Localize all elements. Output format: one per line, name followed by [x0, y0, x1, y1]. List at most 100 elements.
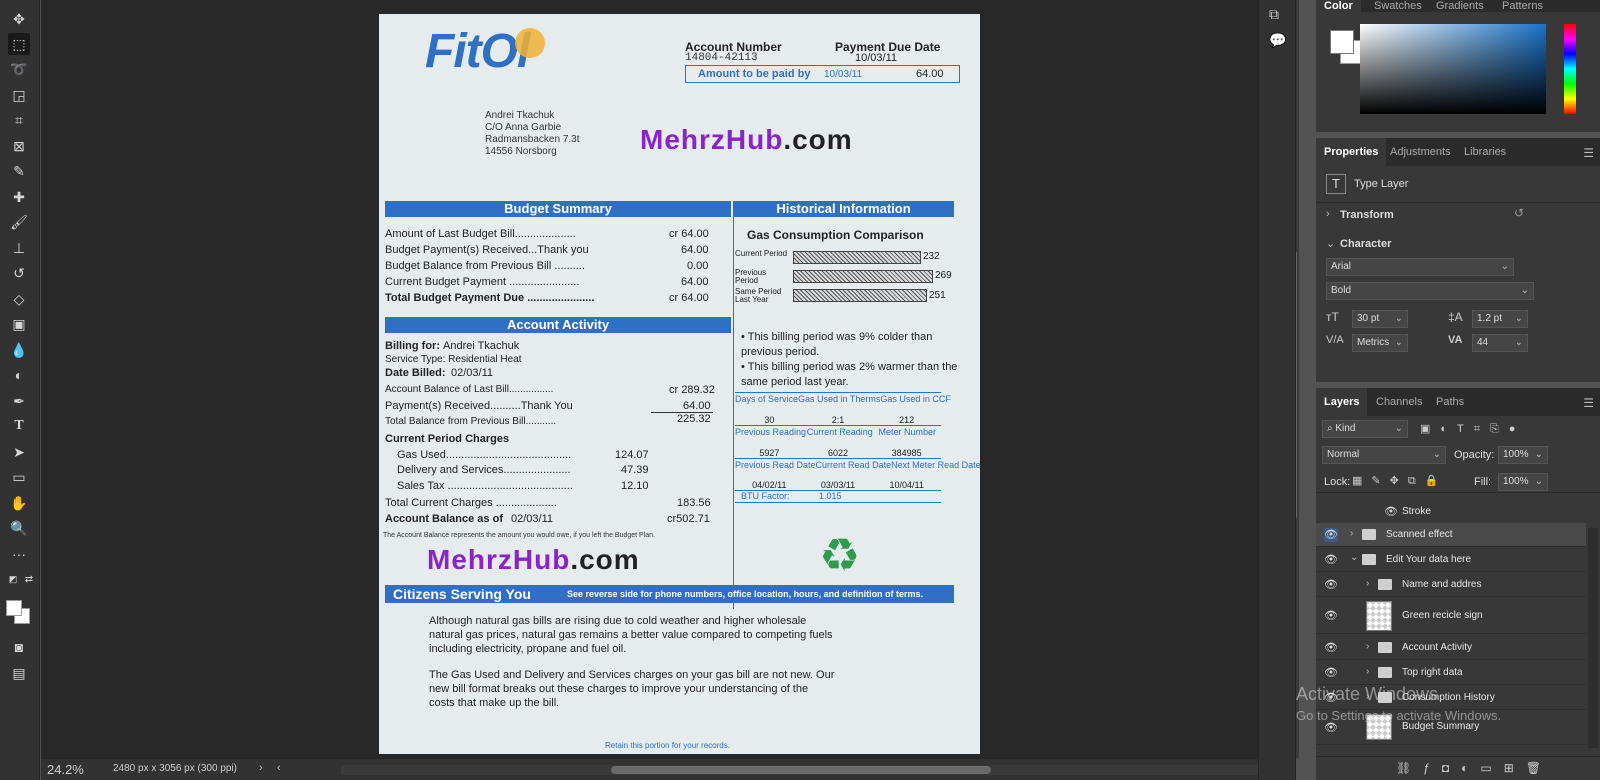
document-info[interactable]: 2480 px x 3056 px (300 ppi) [113, 763, 237, 774]
hue-slider[interactable] [1564, 24, 1576, 114]
layer-row[interactable]: 👁 Stroke [1316, 500, 1586, 524]
eye-icon[interactable]: 👁 [1324, 666, 1338, 680]
chevron-down-icon[interactable]: ⌄ [1350, 552, 1358, 563]
blend-mode-select[interactable]: Normal ⌄ [1322, 446, 1446, 464]
canvas-area[interactable]: FitOl Account Number 14804-42113 Payment… [41, 0, 1299, 758]
scroll-left-icon[interactable]: ‹ [277, 762, 281, 774]
eye-icon[interactable]: 👁 [1324, 641, 1338, 655]
layer-row[interactable]: 👁 › Name and addres [1316, 573, 1586, 597]
font-family-select[interactable]: Arial ⌄ [1326, 258, 1514, 276]
horizontal-scrollbar[interactable] [341, 765, 1261, 775]
layer-name: Top right data [1402, 667, 1463, 678]
layer-row[interactable]: 👁 Green recicle sign [1316, 598, 1586, 634]
eye-icon[interactable]: 👁 [1384, 505, 1398, 519]
move-icon[interactable]: ✥ [8, 8, 30, 30]
reset-icon[interactable]: ↺ [1514, 206, 1524, 220]
lock-icons[interactable]: ▦✎✥⧉🔒 [1352, 474, 1447, 488]
blur-icon[interactable]: 💧 [8, 339, 30, 361]
panel-menu-icon[interactable]: ☰ [1583, 146, 1594, 160]
gas-bar-value: 232 [923, 251, 940, 262]
layer-row[interactable]: 👁 ⌄ Edit Your data here [1316, 548, 1586, 572]
bullet-text: This billing period was 2% warmer than t… [741, 361, 958, 388]
layer-filter-icons[interactable]: ▣◐T⌗⎘● [1420, 422, 1525, 436]
layer-row[interactable]: 👁 › Top right data [1316, 661, 1586, 685]
color-fg-swatch-front[interactable] [1330, 30, 1354, 54]
history-brush-icon[interactable]: ↺ [8, 262, 30, 284]
gradient-icon[interactable]: ▣ [8, 313, 30, 335]
tracking-field[interactable]: 44 ⌄ [1472, 334, 1528, 352]
swap-colors-icon[interactable]: ⇄ [18, 568, 40, 590]
tab-color[interactable]: Color [1316, 0, 1361, 12]
bullet-item: • This billing period was 2% warmer than… [741, 361, 958, 388]
tab-adjustments[interactable]: Adjustments [1382, 138, 1459, 166]
tab-libraries[interactable]: Libraries [1456, 138, 1514, 166]
quick-mask-icon[interactable]: ◙ [8, 636, 30, 658]
budget-row-value: 0.00 [687, 260, 709, 272]
layers-scrollbar[interactable] [1588, 528, 1598, 748]
rectangle-icon[interactable]: ▭ [8, 466, 30, 488]
color-picker-field[interactable] [1360, 24, 1546, 114]
type-icon[interactable]: T [8, 415, 30, 437]
layer-row[interactable]: 👁 › Account Activity [1316, 636, 1586, 660]
lasso-icon[interactable]: ➰ [8, 58, 30, 80]
document-canvas[interactable]: FitOl Account Number 14804-42113 Payment… [379, 14, 980, 754]
chevron-right-icon[interactable]: › [1366, 666, 1369, 677]
right-panels: Color Swatches Gradients Patterns Proper… [1296, 0, 1600, 780]
kerning-field[interactable]: Metrics ⌄ [1352, 334, 1408, 352]
eye-icon[interactable]: 👁 [1324, 528, 1338, 542]
frame-icon[interactable]: ⊠ [8, 135, 30, 157]
hand-icon[interactable]: ✋ [8, 492, 30, 514]
tab-layers[interactable]: Layers [1316, 388, 1368, 416]
leading-field[interactable]: 1.2 pt ⌄ [1472, 310, 1528, 328]
eraser-icon[interactable]: ◇ [8, 288, 30, 310]
more-icon[interactable]: ··· [8, 543, 30, 565]
chevron-right-icon[interactable]: › [1366, 578, 1369, 589]
eye-icon[interactable]: 👁 [1324, 578, 1338, 592]
brush-icon[interactable]: 🖌 [8, 211, 30, 233]
font-size-field[interactable]: 30 pt ⌄ [1352, 310, 1408, 328]
fill-field[interactable]: 100% ⌄ [1498, 473, 1548, 491]
chevron-right-icon[interactable]: › [1326, 208, 1330, 220]
eye-icon[interactable]: 👁 [1324, 609, 1338, 623]
zoom-level[interactable]: 24.2% [47, 762, 84, 777]
layer-filter-select[interactable]: ⌕ Kind ⌄ [1322, 420, 1408, 438]
horizontal-scroll-thumb[interactable] [611, 766, 991, 774]
tab-swatches[interactable]: Swatches [1366, 0, 1430, 12]
bullet-text: This billing period was 9% colder than p… [741, 331, 933, 358]
eye-icon[interactable]: 👁 [1324, 553, 1338, 567]
font-style-select[interactable]: Bold ⌄ [1326, 282, 1534, 300]
crop-icon[interactable]: ⌗ [8, 109, 30, 131]
transform-section[interactable]: Transform [1340, 209, 1394, 221]
pen-icon[interactable]: ✒ [8, 390, 30, 412]
foreground-color-swatch[interactable] [6, 600, 22, 616]
path-select-icon[interactable]: ➤ [8, 441, 30, 463]
tab-channels[interactable]: Channels [1368, 388, 1430, 416]
history-panel-icon[interactable]: ⧉ [1269, 6, 1279, 23]
character-section[interactable]: Character [1340, 238, 1391, 250]
tab-paths[interactable]: Paths [1428, 388, 1472, 416]
chevron-right-icon[interactable]: › [1366, 641, 1369, 652]
comments-panel-icon[interactable]: 💬 [1269, 32, 1286, 49]
stamp-icon[interactable]: ⊥ [8, 237, 30, 259]
chevron-right-icon[interactable]: › [1350, 528, 1353, 539]
fill-label: Fill: [1474, 476, 1492, 488]
tab-properties[interactable]: Properties [1316, 138, 1387, 166]
chevron-down-icon: ⌄ [1394, 313, 1403, 324]
object-select-icon[interactable]: ◲ [8, 84, 30, 106]
marquee-icon[interactable]: ⬚ [8, 33, 30, 55]
panel-menu-icon[interactable]: ☰ [1583, 396, 1594, 410]
status-menu-chevron-icon[interactable]: › [259, 762, 263, 774]
dodge-icon[interactable]: ◐ [8, 364, 30, 386]
type-layer-icon: T [1326, 174, 1346, 194]
screen-mode-icon[interactable]: ▤ [8, 662, 30, 684]
opacity-field[interactable]: 100% ⌄ [1498, 446, 1548, 464]
chevron-down-icon[interactable]: ⌄ [1326, 237, 1335, 250]
healing-icon[interactable]: ✚ [8, 186, 30, 208]
tab-gradients[interactable]: Gradients [1428, 0, 1492, 12]
eyedropper-icon[interactable]: ✎ [8, 160, 30, 182]
layer-actions-bar[interactable]: ⛓ƒ◘◐▭⊞🗑 [1316, 756, 1600, 780]
layer-row[interactable]: 👁 › Scanned effect [1316, 523, 1586, 547]
tab-patterns[interactable]: Patterns [1494, 0, 1551, 12]
zoom-icon[interactable]: 🔍 [8, 517, 30, 539]
eye-icon[interactable]: 👁 [1324, 721, 1338, 735]
